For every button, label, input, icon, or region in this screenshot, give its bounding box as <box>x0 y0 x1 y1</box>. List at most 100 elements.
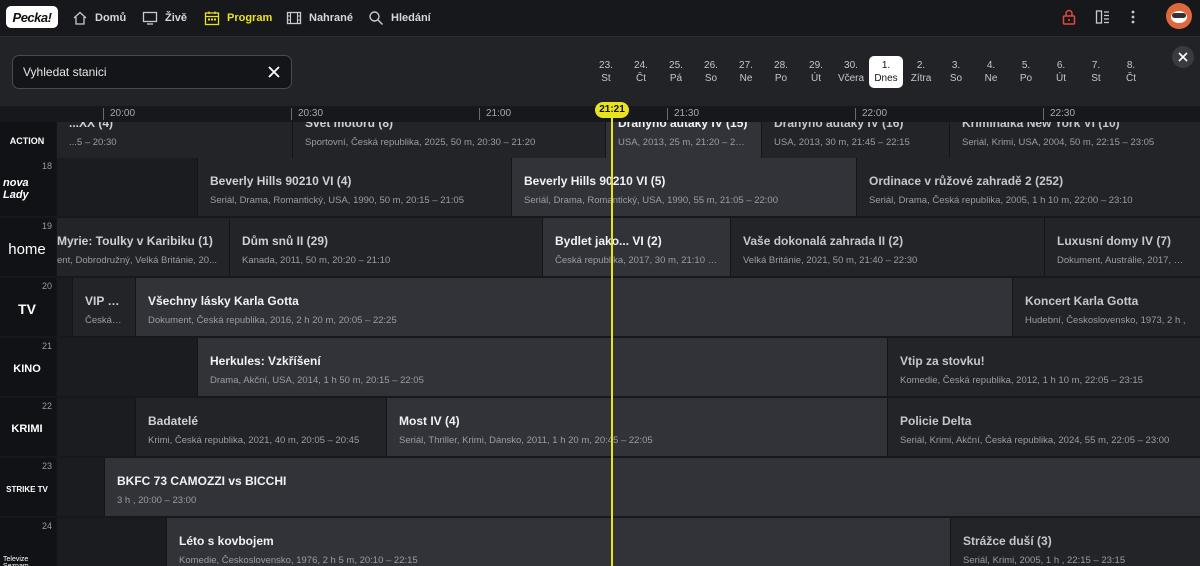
program-cell[interactable]: Strážce duší (3) Seriál, Krimi, 2005, 1 h… <box>950 518 1200 566</box>
program-title: Bydlet jako... VI (2) <box>555 234 662 248</box>
day-number: 30. <box>844 60 858 71</box>
channel-cell[interactable]: 22 KRIMI <box>0 398 56 456</box>
channel-cell[interactable]: 18 nova Lady <box>0 158 56 216</box>
nav-program[interactable]: Program <box>204 0 272 36</box>
pecka-logo[interactable]: Pecka! <box>6 6 58 28</box>
channel-row: 23 STRIKE TV BKFC 73 CAMOZZI vs BICCHI 3 … <box>0 458 1200 516</box>
program-cell[interactable]: Ordinace v růžové zahradě 2 (252) Seriál,… <box>856 158 1200 216</box>
program-details: USA, 2013, 30 m, 21:45 – 22:15 <box>774 137 910 148</box>
avatar[interactable] <box>1166 3 1192 29</box>
day-8[interactable]: 1. Dnes <box>869 56 903 88</box>
channel-number: 19 <box>41 221 52 231</box>
channel-cell[interactable]: 20 TV <box>0 278 56 336</box>
day-number: 2. <box>916 60 926 71</box>
day-14[interactable]: 7. St <box>1079 56 1113 88</box>
channel-cell[interactable]: 23 STRIKE TV <box>0 458 56 516</box>
day-2[interactable]: 25. Pá <box>659 56 693 88</box>
program-cell[interactable]: Policie Delta Seriál, Krimi, Akční, Česká… <box>887 398 1200 456</box>
program-cell[interactable]: Drahyno autáky IV (15) USA, 2013, 25 m, 2… <box>605 122 761 158</box>
more-icon[interactable] <box>1124 8 1142 26</box>
day-name: Út <box>811 73 821 84</box>
station-search-input[interactable]: Vyhledat stanici <box>12 55 292 89</box>
day-0[interactable]: 23. St <box>589 56 623 88</box>
channel-cell[interactable]: 21 KINO <box>0 338 56 396</box>
day-6[interactable]: 29. Út <box>799 56 833 88</box>
day-name: Ne <box>739 73 753 84</box>
channel-cell[interactable]: 24 Televize Seznam <box>0 518 56 566</box>
epg-grid: ACTION ...XX (4) ...5 – 20:30 Svět motorů… <box>0 122 1200 566</box>
day-number: 26. <box>704 60 718 71</box>
program-cell[interactable]: Herkules: Vzkříšení Drama, Akční, USA, 20… <box>197 338 887 396</box>
program-title: Ordinace v růžové zahradě 2 (252) <box>869 174 1064 188</box>
program-details: Dokument, Austrálie, 2017, 30 m <box>1057 255 1188 266</box>
program-cell[interactable]: Drahyno autáky IV (16) USA, 2013, 30 m, 2… <box>761 122 949 158</box>
remote-icon[interactable] <box>1094 8 1112 26</box>
nav-home[interactable]: Domů <box>72 0 126 36</box>
day-13[interactable]: 6. Út <box>1044 56 1078 88</box>
time-tick: 21:30 <box>667 108 699 120</box>
nav-search[interactable]: Hledání <box>368 0 431 36</box>
nav-live[interactable]: Živě <box>142 0 187 36</box>
program-cell[interactable]: Léto s kovbojem Komedie, Československo, … <box>166 518 950 566</box>
program-title: Vtip za stovku! <box>900 354 985 368</box>
day-number: 27. <box>739 60 753 71</box>
program-cell[interactable]: Most IV (4) Seriál, Thriller, Krimi, Dáns… <box>386 398 887 456</box>
day-12[interactable]: 5. Po <box>1009 56 1043 88</box>
program-cell[interactable]: Beverly Hills 90210 VI (4) Seriál, Drama,… <box>197 158 511 216</box>
lock-icon[interactable] <box>1060 8 1078 26</box>
day-number: 23. <box>599 60 613 71</box>
program-cell[interactable]: Beverly Hills 90210 VI (5) Seriál, Drama,… <box>511 158 856 216</box>
program-cell[interactable]: Svět motorů (8) Sportovní, Česká republik… <box>292 122 605 158</box>
filter-bar: Vyhledat stanici 23. St 24. Čt 25. Pá 26. So 27.… <box>0 36 1200 106</box>
program-cell[interactable]: Badatelé Krimi, Česká republika, 2021, 40… <box>135 398 386 456</box>
program-details: Krimi, Česká republika, 2021, 40 m, 20:0… <box>148 435 360 446</box>
program-details: Seriál, Krimi, Akční, Česká republika, 2… <box>900 435 1170 446</box>
day-15[interactable]: 8. Čt <box>1114 56 1148 88</box>
program-cell[interactable]: VIP s... Česká r... <box>72 278 135 336</box>
day-1[interactable]: 24. Čt <box>624 56 658 88</box>
program-title: Beverly Hills 90210 VI (5) <box>524 174 666 188</box>
channel-number: 24 <box>41 521 52 531</box>
program-cell[interactable]: Všechny lásky Karla Gotta Dokument, Česká… <box>135 278 1012 336</box>
program-cell[interactable]: Vtip za stovku! Komedie, Česká republika,… <box>887 338 1200 396</box>
channel-row: 19 home Myrie: Toulky v Karibiku (1) ent,… <box>0 218 1200 276</box>
day-11[interactable]: 4. Ne <box>974 56 1008 88</box>
program-details: Dokument, Česká republika, 2016, 2 h 20 … <box>148 315 397 326</box>
channel-logo: KINO <box>13 363 41 375</box>
program-cell[interactable]: Dům snů II (29) Kanada, 2011, 50 m, 20:20… <box>229 218 542 276</box>
close-icon[interactable] <box>265 63 283 81</box>
channel-logo: home <box>8 240 46 258</box>
channel-cell[interactable]: 19 home <box>0 218 56 276</box>
day-5[interactable]: 28. Po <box>764 56 798 88</box>
program-title: Luxusní domy IV (7) <box>1057 234 1172 248</box>
channel-row: 18 nova Lady Beverly Hills 90210 VI (4) S… <box>0 158 1200 216</box>
day-name: Út <box>1056 73 1066 84</box>
program-details: Česká republika, 2017, 30 m, 21:10 – ... <box>555 255 718 266</box>
program-cell[interactable]: Myrie: Toulky v Karibiku (1) ent, Dobrodr… <box>56 218 229 276</box>
day-number: 4. <box>986 60 996 71</box>
channel-cell[interactable]: ACTION <box>0 122 56 158</box>
channel-row: 22 KRIMI Badatelé Krimi, Česká republika,… <box>0 398 1200 456</box>
program-cell[interactable]: Vaše dokonalá zahrada II (2) Velká Britán… <box>730 218 1044 276</box>
program-cell[interactable]: Bydlet jako... VI (2) Česká republika, 20… <box>542 218 730 276</box>
avatar-eyes <box>1172 13 1186 18</box>
program-cell[interactable]: Kriminálka New York VI (10) Seriál, Krimi… <box>949 122 1200 158</box>
program-cell <box>56 398 135 456</box>
day-9[interactable]: 2. Zítra <box>904 56 938 88</box>
day-name: So <box>949 73 963 84</box>
program-details: Komedie, Československo, 1976, 2 h 5 m, … <box>179 555 418 566</box>
program-cell[interactable]: Luxusní domy IV (7) Dokument, Austrálie, … <box>1044 218 1200 276</box>
close-panel-button[interactable] <box>1172 46 1194 68</box>
nav-recorded[interactable]: Nahrané <box>286 0 353 36</box>
program-cell[interactable]: BKFC 73 CAMOZZI vs BICCHI 3 h , 20:00 – 2… <box>104 458 1200 516</box>
program-details: Seriál, Thriller, Krimi, Dánsko, 2011, 1… <box>399 435 653 446</box>
day-7[interactable]: 30. Včera <box>834 56 868 88</box>
day-number: 7. <box>1091 60 1101 71</box>
program-cell[interactable]: Koncert Karla Gotta Hudební, Českoslovens… <box>1012 278 1200 336</box>
day-10[interactable]: 3. So <box>939 56 973 88</box>
day-4[interactable]: 27. Ne <box>729 56 763 88</box>
nav-search-label: Hledání <box>391 12 431 24</box>
day-3[interactable]: 26. So <box>694 56 728 88</box>
channel-row: 21 KINO Herkules: Vzkříšení Drama, Akční,… <box>0 338 1200 396</box>
program-cell[interactable]: ...XX (4) ...5 – 20:30 <box>56 122 292 158</box>
